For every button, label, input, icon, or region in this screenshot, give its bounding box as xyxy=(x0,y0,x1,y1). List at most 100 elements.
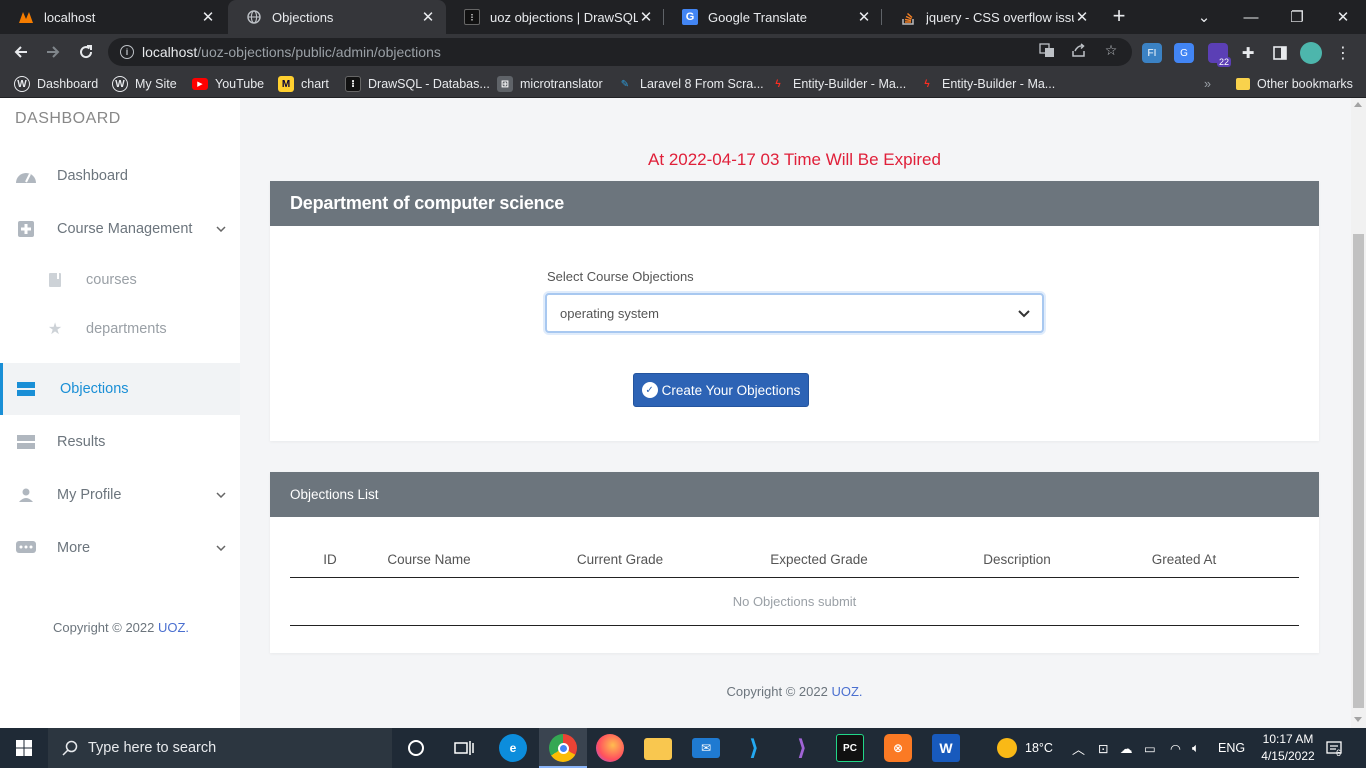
bookmark-entity-builder-1[interactable]: ϟ Entity-Builder - Ma... xyxy=(770,75,906,93)
sidebar-item-courses[interactable]: courses xyxy=(0,254,240,306)
close-tab-icon[interactable]: ✕ xyxy=(420,8,436,26)
pycharm-icon[interactable]: PC xyxy=(836,734,864,762)
wifi-icon[interactable]: ◠ xyxy=(1170,728,1181,768)
bookmark-laravel-from-scratch[interactable]: ✎ Laravel 8 From Scra... xyxy=(617,75,764,93)
chevron-down-icon xyxy=(216,542,226,554)
sidebar-item-objections[interactable]: Objections xyxy=(0,363,240,415)
back-button[interactable] xyxy=(8,39,34,65)
word-icon[interactable]: W xyxy=(932,734,960,762)
drawsql-icon: ⁝ xyxy=(345,76,361,92)
reload-button[interactable] xyxy=(73,39,99,65)
sidebar-item-label: Dashboard xyxy=(57,168,128,184)
objections-list-card: Objections List ID Course Name Current G… xyxy=(270,472,1319,653)
close-tab-icon[interactable]: ✕ xyxy=(856,8,872,26)
volume-icon[interactable]: 🔈︎ xyxy=(1192,728,1200,768)
wordpress-icon: W xyxy=(112,76,128,92)
sidebar-item-course-management[interactable]: Course Management xyxy=(0,203,240,255)
scroll-up-arrow-icon[interactable] xyxy=(1354,102,1362,107)
tray-overflow-icon[interactable]: ︿ xyxy=(1072,728,1085,768)
close-tab-icon[interactable]: ✕ xyxy=(638,8,654,26)
uoz-link[interactable]: UOZ. xyxy=(831,684,862,699)
bookmark-label: Entity-Builder - Ma... xyxy=(793,77,907,91)
meet-now-icon[interactable]: ⊡ xyxy=(1098,728,1108,768)
scroll-down-arrow-icon[interactable] xyxy=(1354,717,1362,722)
battery-icon[interactable]: ▭ xyxy=(1144,728,1156,768)
uoz-link[interactable]: UOZ. xyxy=(158,620,189,635)
sidebar-item-departments[interactable]: ★ departments xyxy=(0,303,240,355)
language-indicator[interactable]: ENG xyxy=(1218,728,1245,768)
bookmarks-overflow-icon[interactable]: » xyxy=(1204,75,1211,93)
sidebar-item-results[interactable]: Results xyxy=(0,416,240,468)
address-bar[interactable]: i localhost/uoz-objections/public/admin/… xyxy=(108,38,1132,66)
page-scrollbar[interactable] xyxy=(1351,98,1366,728)
course-select[interactable]: operating system xyxy=(545,293,1044,333)
new-tab-button[interactable]: + xyxy=(1107,5,1131,29)
weather-widget[interactable]: 18°C xyxy=(997,728,1053,768)
taskbar-clock[interactable]: 10:17 AM 4/15/2022 xyxy=(1256,731,1320,765)
google-translate-extension-icon[interactable]: G xyxy=(1174,43,1194,63)
extensions-puzzle-icon[interactable]: ✚ xyxy=(1238,43,1258,63)
tab-localhost[interactable]: localhost ✕ xyxy=(0,0,226,34)
speedometer-icon xyxy=(15,165,37,187)
bookmark-star-icon[interactable]: ☆ xyxy=(1102,41,1120,59)
bookmark-youtube[interactable]: ▶ YouTube xyxy=(192,75,264,93)
notifications-icon[interactable]: 6 xyxy=(1326,728,1342,768)
sidebar-item-more[interactable]: More xyxy=(0,522,240,574)
tab-drawsql[interactable]: ⁝ uoz objections | DrawSQL ✕ xyxy=(446,0,664,34)
sidebar-item-label: courses xyxy=(86,272,137,288)
search-icon xyxy=(62,740,78,756)
restore-button[interactable]: ❐ xyxy=(1274,0,1320,34)
extension-fi-icon[interactable]: FI xyxy=(1142,43,1162,63)
task-view-icon[interactable] xyxy=(450,734,478,762)
tab-google-translate[interactable]: G Google Translate ✕ xyxy=(664,0,882,34)
bookmark-entity-builder-2[interactable]: ϟ Entity-Builder - Ma... xyxy=(919,75,1055,93)
book-icon xyxy=(46,269,64,291)
tab-title: localhost xyxy=(44,9,96,25)
file-explorer-icon[interactable] xyxy=(644,738,672,760)
extension-badge-icon[interactable]: 22 xyxy=(1208,43,1231,67)
close-window-button[interactable]: ✕ xyxy=(1320,0,1366,34)
url-path: /uoz-objections/public/admin/objections xyxy=(197,44,441,60)
bookmark-label: chart xyxy=(301,77,329,91)
forward-button[interactable] xyxy=(40,39,66,65)
minimize-button[interactable]: — xyxy=(1228,0,1274,34)
profile-avatar[interactable] xyxy=(1300,42,1322,64)
onedrive-icon[interactable]: ☁ xyxy=(1120,728,1133,768)
chrome-menu-icon[interactable]: ⋮ xyxy=(1333,43,1353,63)
bookmark-label: microtranslator xyxy=(520,77,603,91)
cortana-icon[interactable] xyxy=(402,734,430,762)
objections-table: ID Course Name Current Grade Expected Gr… xyxy=(290,546,1299,626)
visual-studio-icon[interactable]: ⟩ xyxy=(788,734,816,762)
other-bookmarks[interactable]: Other bookmarks xyxy=(1236,75,1353,93)
translate-page-icon[interactable] xyxy=(1038,41,1056,59)
mail-icon[interactable]: ✉ xyxy=(692,738,720,758)
chrome-icon[interactable] xyxy=(549,734,577,762)
bookmark-dashboard[interactable]: W Dashboard xyxy=(14,75,98,93)
star-icon: ★ xyxy=(47,321,63,338)
extension-badge-count: 22 xyxy=(1216,57,1231,67)
close-tab-icon[interactable]: ✕ xyxy=(1074,8,1090,26)
tab-stackoverflow[interactable]: jquery - CSS overflow issues ✕ xyxy=(882,0,1100,34)
tab-objections[interactable]: Objections ✕ xyxy=(228,0,446,34)
bookmark-drawsql[interactable]: ⁝ DrawSQL - Databas... xyxy=(345,75,490,93)
site-info-icon[interactable]: i xyxy=(120,45,134,59)
vscode-icon[interactable]: ⟩ xyxy=(740,734,768,762)
edge-icon[interactable]: e xyxy=(499,734,527,762)
bookmark-chart[interactable]: M chart xyxy=(278,75,329,93)
scrollbar-thumb[interactable] xyxy=(1353,234,1364,708)
close-tab-icon[interactable]: ✕ xyxy=(200,8,216,26)
bookmark-my-site[interactable]: W My Site xyxy=(112,75,177,93)
windows-start-button[interactable] xyxy=(0,728,48,768)
taskbar-search[interactable]: Type here to search xyxy=(48,728,392,768)
xampp-icon[interactable]: ⊗ xyxy=(884,734,912,762)
firefox-icon[interactable] xyxy=(596,734,624,762)
sidebar-item-dashboard[interactable]: Dashboard xyxy=(0,150,240,202)
user-icon xyxy=(15,484,37,506)
create-objections-button[interactable]: ✓ Create Your Objections xyxy=(633,373,809,407)
sidebar-item-my-profile[interactable]: My Profile xyxy=(0,469,240,521)
share-icon[interactable] xyxy=(1070,41,1088,59)
bookmark-microtranslator[interactable]: ⊞ microtranslator xyxy=(497,75,603,93)
side-panel-icon[interactable] xyxy=(1270,43,1290,63)
tab-search-icon[interactable]: ⌄ xyxy=(1181,0,1227,34)
miro-icon: M xyxy=(278,76,294,92)
